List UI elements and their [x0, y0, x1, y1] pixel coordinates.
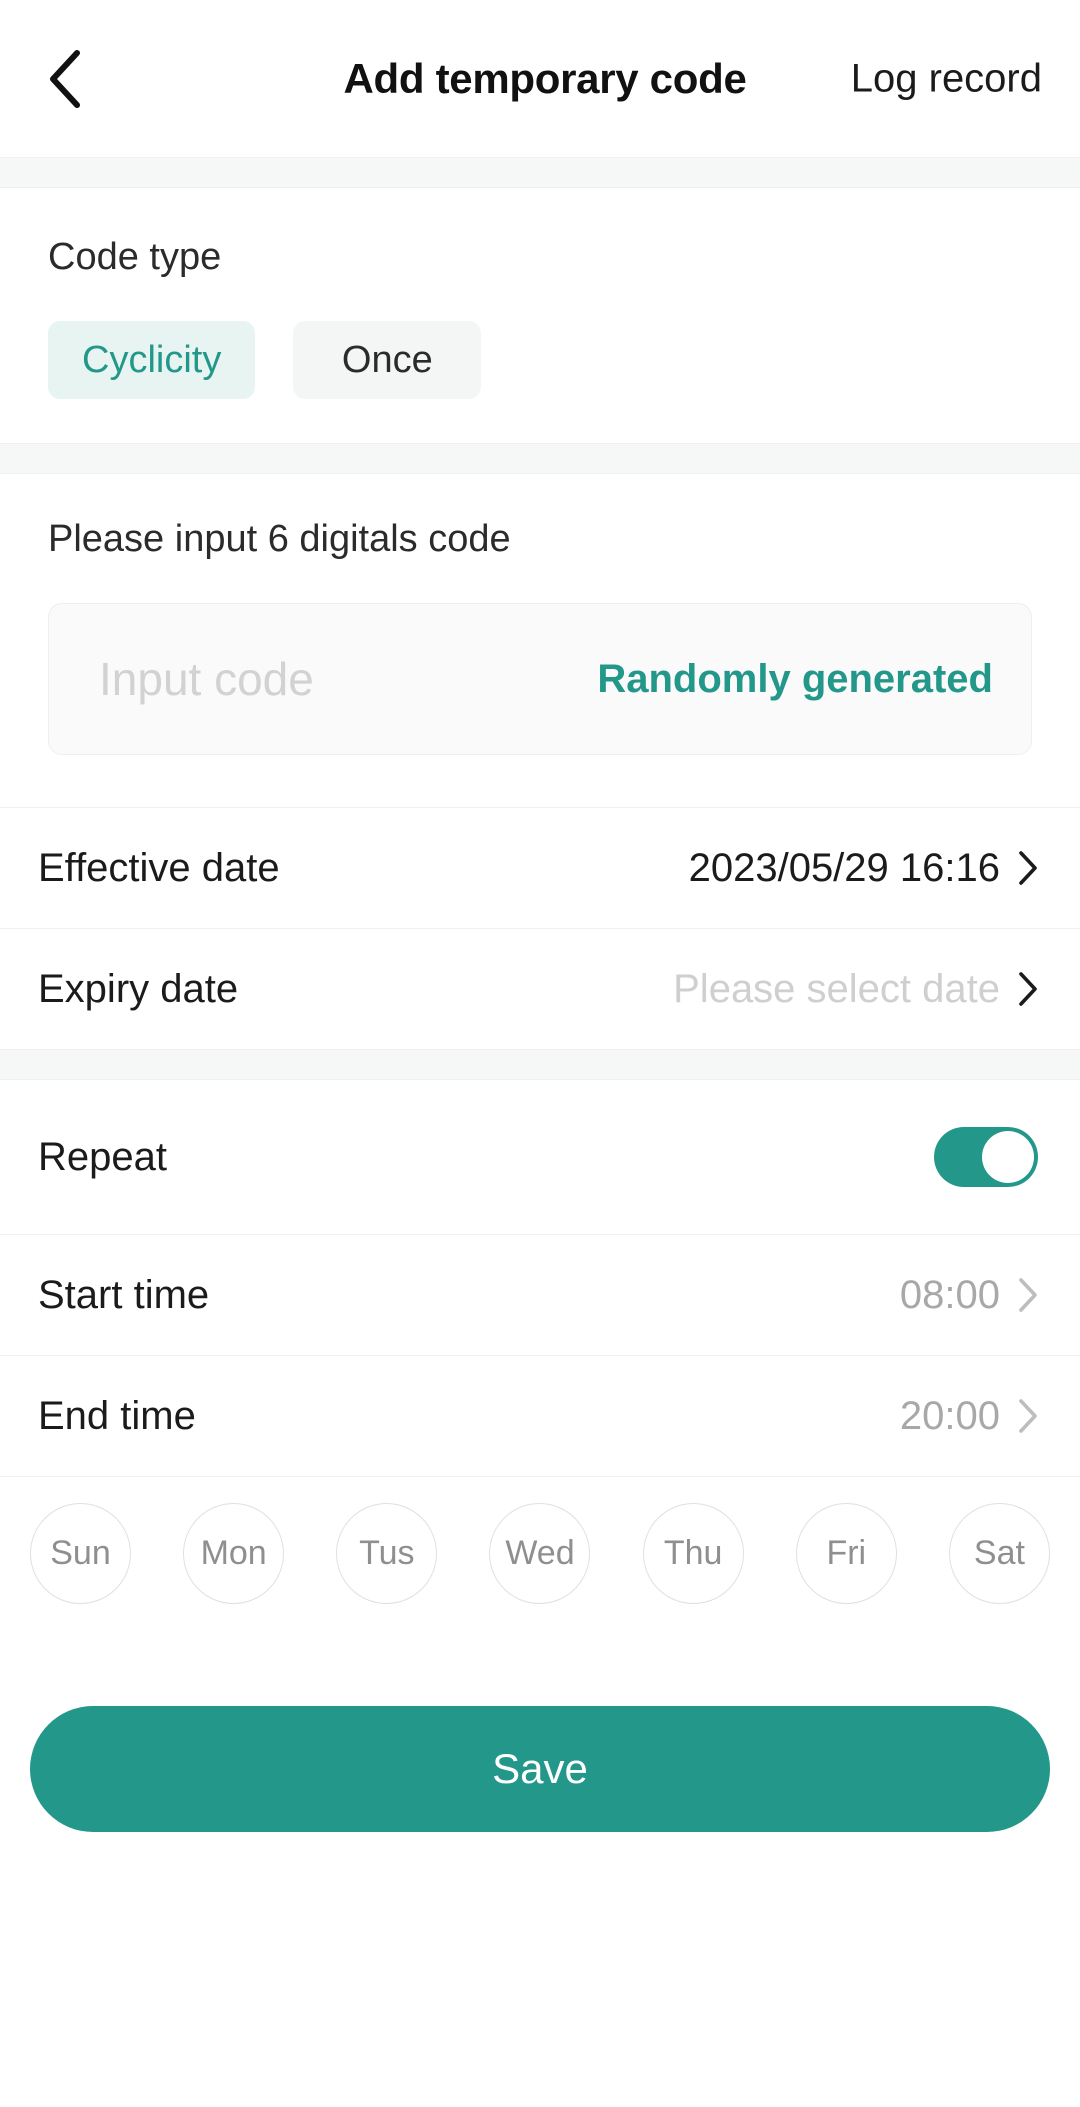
end-time-value: 20:00	[899, 1393, 1000, 1438]
chevron-right-icon	[1018, 850, 1038, 886]
end-time-label: End time	[38, 1393, 196, 1438]
save-button[interactable]: Save	[30, 1706, 1050, 1832]
section-divider-band-1	[0, 157, 1080, 188]
footer: Save	[0, 1638, 1080, 1832]
code-type-option-once[interactable]: Once	[293, 321, 482, 399]
start-time-value-group: 08:00	[900, 1273, 1038, 1318]
weekday-label: Wed	[505, 1534, 575, 1572]
start-time-label: Start time	[38, 1272, 210, 1317]
weekday-fri[interactable]: Fri	[795, 1503, 897, 1604]
repeat-toggle[interactable]	[934, 1127, 1038, 1187]
code-type-label: Code type	[48, 236, 222, 278]
log-record-button[interactable]: Log record	[851, 56, 1042, 101]
code-input-container: Randomly generated	[48, 603, 1032, 755]
code-type-section: Code type Cyclicity Once	[0, 188, 1080, 443]
weekday-tus[interactable]: Tus	[336, 1503, 438, 1604]
section-divider-band-3	[0, 1049, 1080, 1080]
randomly-generated-button[interactable]: Randomly generated	[597, 657, 993, 702]
add-temporary-code-screen: Add temporary code Log record Code type …	[0, 0, 1080, 2107]
weekday-label: Sun	[50, 1534, 111, 1572]
weekday-label: Tus	[359, 1534, 415, 1572]
code-type-option-cyclicity[interactable]: Cyclicity	[48, 321, 256, 399]
code-type-option-label: Cyclicity	[82, 338, 222, 381]
repeat-label: Repeat	[38, 1134, 167, 1179]
weekday-thu[interactable]: Thu	[642, 1503, 744, 1604]
weekday-selector: Sun Mon Tus Wed Thu Fri Sat	[0, 1476, 1080, 1638]
code-type-options: Cyclicity Once	[48, 321, 1032, 399]
effective-date-row[interactable]: Effective date 2023/05/29 16:16	[0, 807, 1080, 928]
code-input-hint: Please input 6 digitals code	[48, 518, 511, 560]
weekday-label: Fri	[826, 1534, 867, 1572]
code-type-option-label: Once	[341, 338, 433, 381]
start-time-value: 08:00	[899, 1272, 1000, 1317]
weekday-wed[interactable]: Wed	[489, 1503, 591, 1604]
expiry-date-label: Expiry date	[38, 966, 239, 1011]
section-divider-band-2	[0, 443, 1080, 474]
expiry-date-row[interactable]: Expiry date Please select date	[0, 928, 1080, 1049]
expiry-date-value-group: Please select date	[673, 967, 1038, 1012]
toggle-knob	[982, 1131, 1034, 1183]
end-time-value-group: 20:00	[900, 1394, 1038, 1439]
navigation-bar: Add temporary code Log record	[0, 0, 1080, 157]
weekday-sun[interactable]: Sun	[30, 1503, 131, 1604]
weekday-label: Mon	[200, 1534, 267, 1572]
effective-date-value: 2023/05/29 16:16	[688, 845, 1000, 890]
start-time-row[interactable]: Start time 08:00	[0, 1234, 1080, 1355]
code-input-section: Please input 6 digitals code Randomly ge…	[0, 474, 1080, 807]
chevron-right-icon	[1018, 1277, 1038, 1313]
end-time-row[interactable]: End time 20:00	[0, 1355, 1080, 1476]
weekday-label: Sat	[973, 1534, 1025, 1572]
weekday-label: Thu	[663, 1534, 723, 1572]
code-input[interactable]	[99, 604, 539, 754]
expiry-date-value: Please select date	[673, 966, 1000, 1011]
chevron-right-icon	[1018, 971, 1038, 1007]
effective-date-value-group: 2023/05/29 16:16	[689, 846, 1038, 891]
repeat-row[interactable]: Repeat	[0, 1080, 1080, 1234]
chevron-right-icon	[1018, 1398, 1038, 1434]
weekday-sat[interactable]: Sat	[948, 1503, 1050, 1604]
effective-date-label: Effective date	[38, 845, 280, 890]
weekday-mon[interactable]: Mon	[183, 1503, 285, 1604]
